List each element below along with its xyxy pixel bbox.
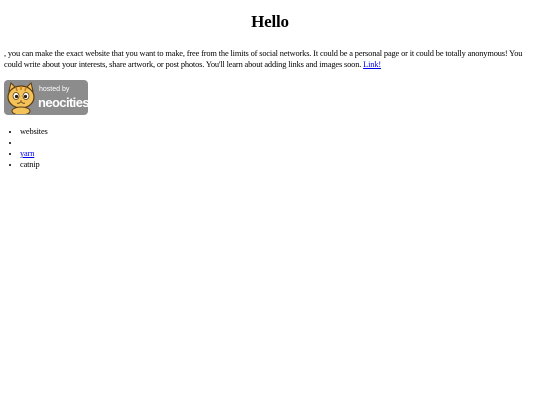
intro-text: , you can make the exact website that yo…	[4, 49, 523, 69]
page-title: Hello	[251, 12, 289, 31]
list-item: catnip	[20, 159, 48, 170]
badge-hosted-by-label: hosted by	[39, 86, 70, 93]
topics-list: websites yarn catnip	[0, 126, 48, 170]
list-item-label: websites	[20, 127, 48, 136]
intro-link[interactable]: Link!	[363, 60, 381, 69]
list-item: yarn	[20, 148, 48, 159]
list-item	[20, 137, 48, 148]
neocities-cat-icon	[7, 82, 35, 114]
page: Hello , you can make the exact website t…	[0, 0, 540, 405]
list-item: websites	[20, 126, 48, 137]
intro-paragraph: , you can make the exact website that yo…	[4, 48, 534, 70]
list-item-link[interactable]: yarn	[20, 149, 34, 158]
list-item-label: catnip	[20, 160, 40, 169]
hosted-by-neocities-badge[interactable]: hosted by neocities	[4, 80, 88, 115]
badge-neocities-label: neocities	[38, 95, 88, 110]
